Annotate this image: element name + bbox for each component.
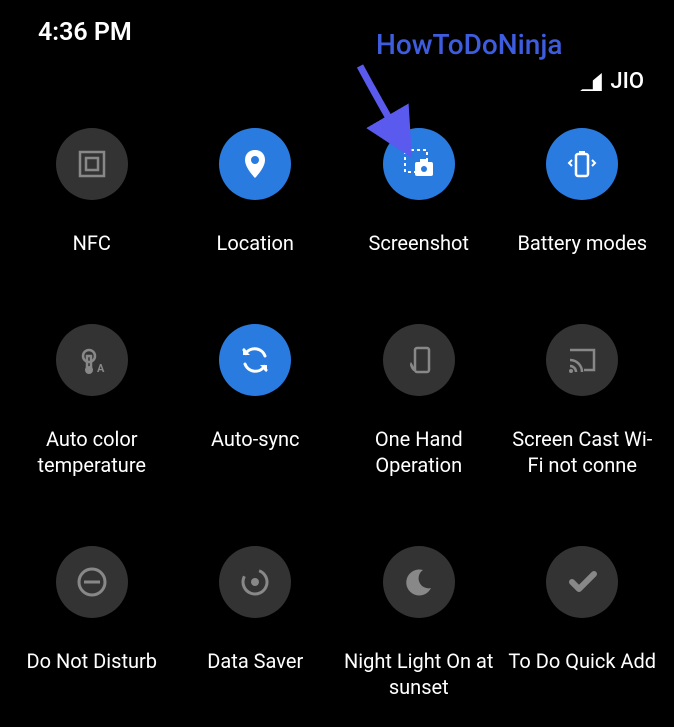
tile-label: Data Saver xyxy=(207,648,303,674)
autocolor-icon: A xyxy=(56,324,128,396)
tile-do-not-disturb[interactable]: Do Not Disturb xyxy=(10,546,174,700)
tile-label: Location xyxy=(217,230,294,256)
tile-label: One Hand Operation xyxy=(344,426,494,478)
cast-icon xyxy=(546,324,618,396)
tile-label: Screen Cast Wi-Fi not conne xyxy=(507,426,657,478)
datasaver-icon xyxy=(219,546,291,618)
watermark-text: HowToDoNinja xyxy=(376,28,562,61)
tile-one-hand[interactable]: One Hand Operation xyxy=(337,324,501,478)
tile-auto-color-temp[interactable]: A Auto color temperature xyxy=(10,324,174,478)
tile-battery-modes[interactable]: Battery modes xyxy=(501,128,665,256)
tile-data-saver[interactable]: Data Saver xyxy=(174,546,338,700)
carrier-label: JIO xyxy=(610,69,644,94)
status-time: 4:36 PM xyxy=(38,18,132,47)
svg-text:A: A xyxy=(97,362,105,375)
location-icon xyxy=(219,128,291,200)
status-bar: 4:36 PM xyxy=(0,0,674,55)
signal-icon xyxy=(580,73,602,91)
screenshot-icon xyxy=(383,128,455,200)
carrier-row: JIO xyxy=(0,55,674,100)
tile-label: Do Not Disturb xyxy=(26,648,157,674)
nightlight-icon xyxy=(383,546,455,618)
dnd-icon xyxy=(56,546,128,618)
tile-auto-sync[interactable]: Auto-sync xyxy=(174,324,338,478)
tile-label: Battery modes xyxy=(517,230,647,256)
tile-label: To Do Quick Add xyxy=(508,648,656,674)
tile-todo-quick-add[interactable]: To Do Quick Add xyxy=(501,546,665,700)
onehand-icon xyxy=(383,324,455,396)
tile-label: Auto color temperature xyxy=(17,426,167,478)
tile-label: Night Light On at sunset xyxy=(344,648,494,700)
tile-label: NFC xyxy=(73,230,111,256)
tile-label: Auto-sync xyxy=(211,426,300,452)
quick-settings-grid: NFC Location Screenshot xyxy=(0,100,674,700)
tile-location[interactable]: Location xyxy=(174,128,338,256)
tile-label: Screenshot xyxy=(369,230,469,256)
tile-night-light[interactable]: Night Light On at sunset xyxy=(337,546,501,700)
sync-icon xyxy=(219,324,291,396)
nfc-icon xyxy=(56,128,128,200)
todo-icon xyxy=(546,546,618,618)
tile-screenshot[interactable]: Screenshot xyxy=(337,128,501,256)
battery-icon xyxy=(546,128,618,200)
tile-screen-cast[interactable]: Screen Cast Wi-Fi not conne xyxy=(501,324,665,478)
tile-nfc[interactable]: NFC xyxy=(10,128,174,256)
